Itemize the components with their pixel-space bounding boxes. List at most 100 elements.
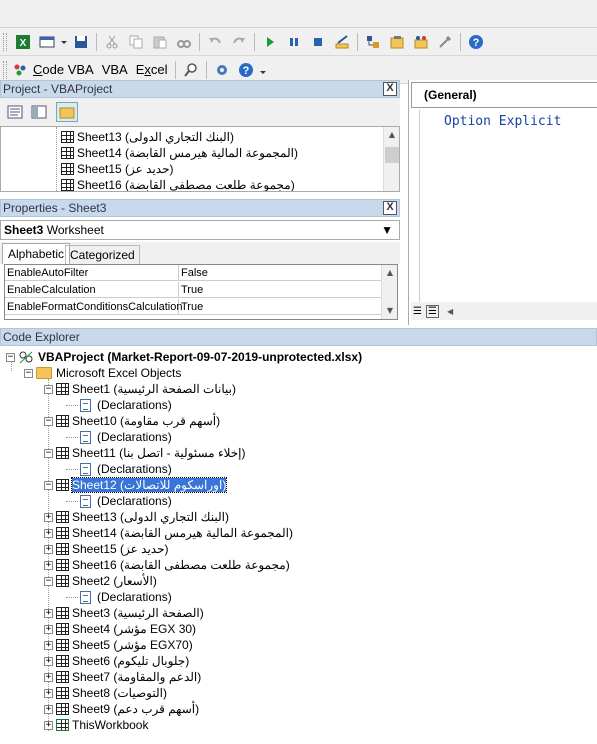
scroll-thumb[interactable] [385,147,399,163]
reset-icon[interactable] [307,31,329,53]
sheet-node[interactable]: − Sheet1 (بيانات الصفحة الرئيسية) [44,381,236,397]
cut-icon[interactable] [101,31,123,53]
chevron-down-icon[interactable]: ▼ [381,221,393,239]
design-mode-icon[interactable] [331,31,353,53]
declarations-node[interactable]: (Declarations) [80,461,172,477]
expand-icon[interactable]: + [44,560,53,570]
project-tree-item[interactable]: Sheet13 (البنك التجاري الدولى) [61,129,234,145]
scroll-up-arrow-icon[interactable]: ▲ [382,265,397,281]
project-tree-scrollbar[interactable]: ▲ [383,127,399,191]
properties-scrollbar[interactable]: ▲ ▼ [381,265,397,319]
scroll-left-arrow-icon[interactable]: ◀ [447,307,453,316]
tab-categorized[interactable]: Categorized [65,245,140,264]
object-selector[interactable]: Sheet3 Worksheet ▼ [0,220,400,240]
properties-panel-close-button[interactable]: X [383,201,397,215]
sheet-node[interactable]: + Sheet16 (مجموعة طلعت مصطفى القابضة) [44,557,290,573]
expand-icon[interactable]: + [44,512,53,522]
find-icon[interactable] [173,31,195,53]
code-vba-menu[interactable]: Code VBA [33,62,94,77]
paste-icon[interactable] [149,31,171,53]
expand-icon[interactable]: + [44,624,53,634]
sheet-node[interactable]: + Sheet13 (البنك التجاري الدولى) [44,509,229,525]
expand-icon[interactable]: + [44,608,53,618]
toggle-folders-button[interactable] [56,102,78,122]
help-icon[interactable]: ? [465,31,487,53]
declarations-node[interactable]: (Declarations) [80,493,172,509]
collapse-icon[interactable]: − [44,448,53,458]
procedure-view-icon[interactable]: ☰ [413,306,422,317]
insert-userform-icon[interactable] [36,31,58,53]
collapse-icon[interactable]: − [44,384,53,394]
dropdown-arrow-icon[interactable] [259,59,267,81]
copy-icon[interactable] [125,31,147,53]
view-object-icon[interactable] [30,104,48,120]
sheet-node[interactable]: + Sheet9 (أسهم قرب دعم) [44,701,199,717]
collapse-icon[interactable]: − [44,416,53,426]
properties-window-icon[interactable] [386,31,408,53]
scroll-up-arrow-icon[interactable]: ▲ [384,127,399,143]
sheet-node[interactable]: + Sheet4 (مؤشر EGX 30) [44,621,196,637]
break-icon[interactable] [283,31,305,53]
gear-icon[interactable] [211,59,233,81]
project-tree-item[interactable]: Sheet16 (مجموعة طلعت مصطفى القابضة) [61,177,295,191]
vba-menu[interactable]: VBA [102,62,128,77]
expand-icon[interactable]: + [44,688,53,698]
toolbar-grip[interactable] [3,32,7,51]
object-dropdown[interactable]: (General) [411,82,597,108]
property-row[interactable]: EnableFormatConditionsCalculation True [5,299,381,315]
codevba-logo-icon[interactable] [12,59,28,81]
project-node[interactable]: − VBAProject (Market-Report-09-07-2019-u… [6,349,362,365]
sheet-node[interactable]: − Sheet11 (إخلاء مسئولية - اتصل بنا) [44,445,246,461]
dropdown-arrow-icon[interactable] [60,31,68,53]
view-code-icon[interactable] [6,104,24,120]
toolbox-icon[interactable] [434,31,456,53]
undo-icon[interactable] [204,31,226,53]
sheet-node[interactable]: + Sheet5 (مؤشر EGX70) [44,637,193,653]
sheet-node[interactable]: + Sheet15 (حديد عز) [44,541,169,557]
sheet-node[interactable]: − Sheet12 (اوراسكوم للاتصالات) [44,477,228,493]
workbook-node[interactable]: + ThisWorkbook [44,717,148,733]
sheet-node[interactable]: + Sheet6 (جلوبال تليكوم) [44,653,189,669]
declarations-node[interactable]: (Declarations) [80,429,172,445]
property-value[interactable]: True [179,282,203,297]
sheet-node[interactable]: − Sheet2 (الأسعار) [44,573,157,589]
scroll-down-arrow-icon[interactable]: ▼ [382,303,397,319]
excel-icon[interactable]: X [12,31,34,53]
full-module-view-icon[interactable]: ☰ [425,304,439,318]
collapse-icon[interactable]: − [24,368,33,378]
property-row[interactable]: EnableCalculation True [5,282,381,298]
tab-alphabetic[interactable]: Alphabetic [2,243,71,264]
expand-icon[interactable]: + [44,656,53,666]
expand-icon[interactable]: + [44,544,53,554]
expand-icon[interactable]: + [44,704,53,714]
sheet-node[interactable]: + Sheet7 (الدعم والمقاومة) [44,669,201,685]
expand-icon[interactable]: + [44,672,53,682]
expand-icon[interactable]: + [44,528,53,538]
excel-menu[interactable]: Excel [136,62,168,77]
help-icon[interactable]: ? [235,59,257,81]
run-icon[interactable] [259,31,281,53]
property-value[interactable]: False [179,265,208,280]
redo-icon[interactable] [228,31,250,53]
project-tree-item[interactable]: Sheet15 (حديد عز) [61,161,174,177]
declarations-node[interactable]: (Declarations) [80,397,172,413]
toolbar-grip[interactable] [3,60,7,79]
save-icon[interactable] [70,31,92,53]
object-browser-icon[interactable] [410,31,432,53]
code-line[interactable]: Option Explicit [444,114,561,129]
project-panel-close-button[interactable]: X [383,82,397,96]
declarations-node[interactable]: (Declarations) [80,589,172,605]
sheet-node[interactable]: − Sheet10 (أسهم قرب مقاومة) [44,413,220,429]
collapse-icon[interactable]: − [44,480,53,490]
property-value[interactable]: True [179,299,203,314]
project-tree-item[interactable]: Sheet14 (المجموعة المالية هيرمس القابضة) [61,145,298,161]
sheet-node[interactable]: + Sheet3 (الصفحة الرئيسية) [44,605,204,621]
sheet-node[interactable]: + Sheet14 (المجموعة المالية هيرمس القابضة… [44,525,293,541]
property-row[interactable]: EnableAutoFilter False [5,265,381,281]
sheet-node[interactable]: + Sheet8 (التوصيات) [44,685,167,701]
collapse-icon[interactable]: − [44,576,53,586]
expand-icon[interactable]: + [44,720,53,730]
project-explorer-icon[interactable] [362,31,384,53]
expand-icon[interactable]: + [44,640,53,650]
search-icon[interactable] [180,59,202,81]
